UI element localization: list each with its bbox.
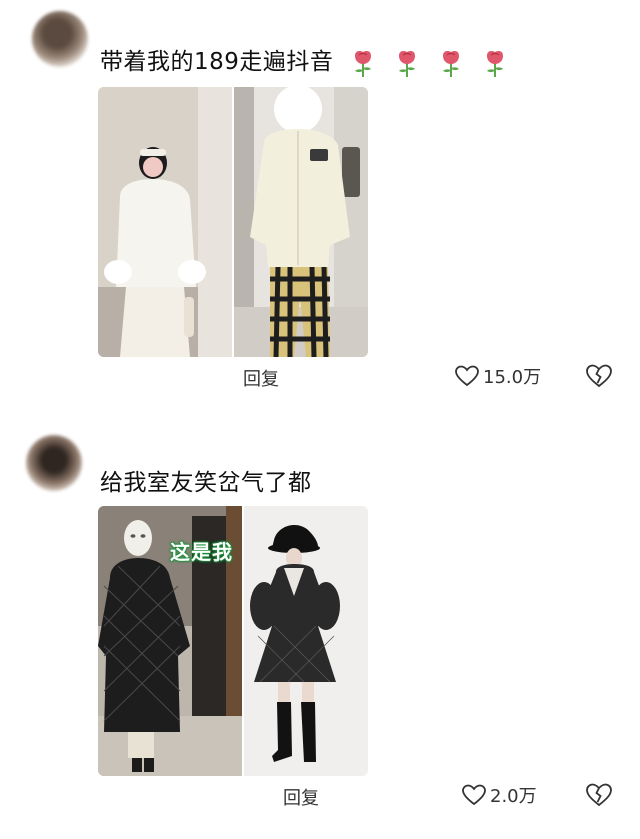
photo-right bbox=[234, 87, 368, 357]
comment-item: 带着我的189走遍抖音 回复 15.0万 bbox=[0, 0, 640, 420]
image-overlay-text: 这是我 bbox=[170, 540, 233, 565]
comment-body: 带着我的189走遍抖音 bbox=[100, 49, 334, 75]
avatar[interactable] bbox=[26, 435, 82, 491]
heart-outline-icon bbox=[462, 784, 486, 806]
comment-image[interactable]: 这是我 bbox=[98, 506, 368, 776]
rose-emoji bbox=[486, 50, 503, 77]
comment-body: 给我室友笑岔气了都 bbox=[100, 470, 312, 496]
rose-emoji bbox=[442, 50, 459, 77]
broken-heart-icon[interactable] bbox=[586, 783, 612, 807]
like-button[interactable]: 15.0万 bbox=[455, 363, 541, 389]
avatar[interactable] bbox=[32, 11, 88, 67]
photo-left bbox=[98, 87, 232, 357]
heart-outline-icon bbox=[455, 365, 479, 387]
like-count: 2.0万 bbox=[490, 786, 537, 807]
reply-button[interactable]: 回复 bbox=[243, 365, 279, 391]
comment-text: 给我室友笑岔气了都 bbox=[100, 468, 312, 498]
comment-item: 给我室友笑岔气了都 这是我 回复 2.0万 bbox=[0, 420, 640, 839]
rose-emoji bbox=[355, 50, 372, 77]
photo-right bbox=[244, 506, 368, 776]
photo-left-wrap: 这是我 bbox=[98, 506, 242, 776]
comment-image[interactable] bbox=[98, 87, 368, 357]
comment-text: 带着我的189走遍抖音 bbox=[100, 47, 517, 78]
rose-emoji bbox=[399, 50, 416, 77]
reply-button[interactable]: 回复 bbox=[283, 784, 319, 810]
like-count: 15.0万 bbox=[483, 367, 542, 388]
broken-heart-icon[interactable] bbox=[586, 364, 612, 388]
emoji-row bbox=[349, 47, 516, 78]
like-button[interactable]: 2.0万 bbox=[462, 782, 537, 808]
